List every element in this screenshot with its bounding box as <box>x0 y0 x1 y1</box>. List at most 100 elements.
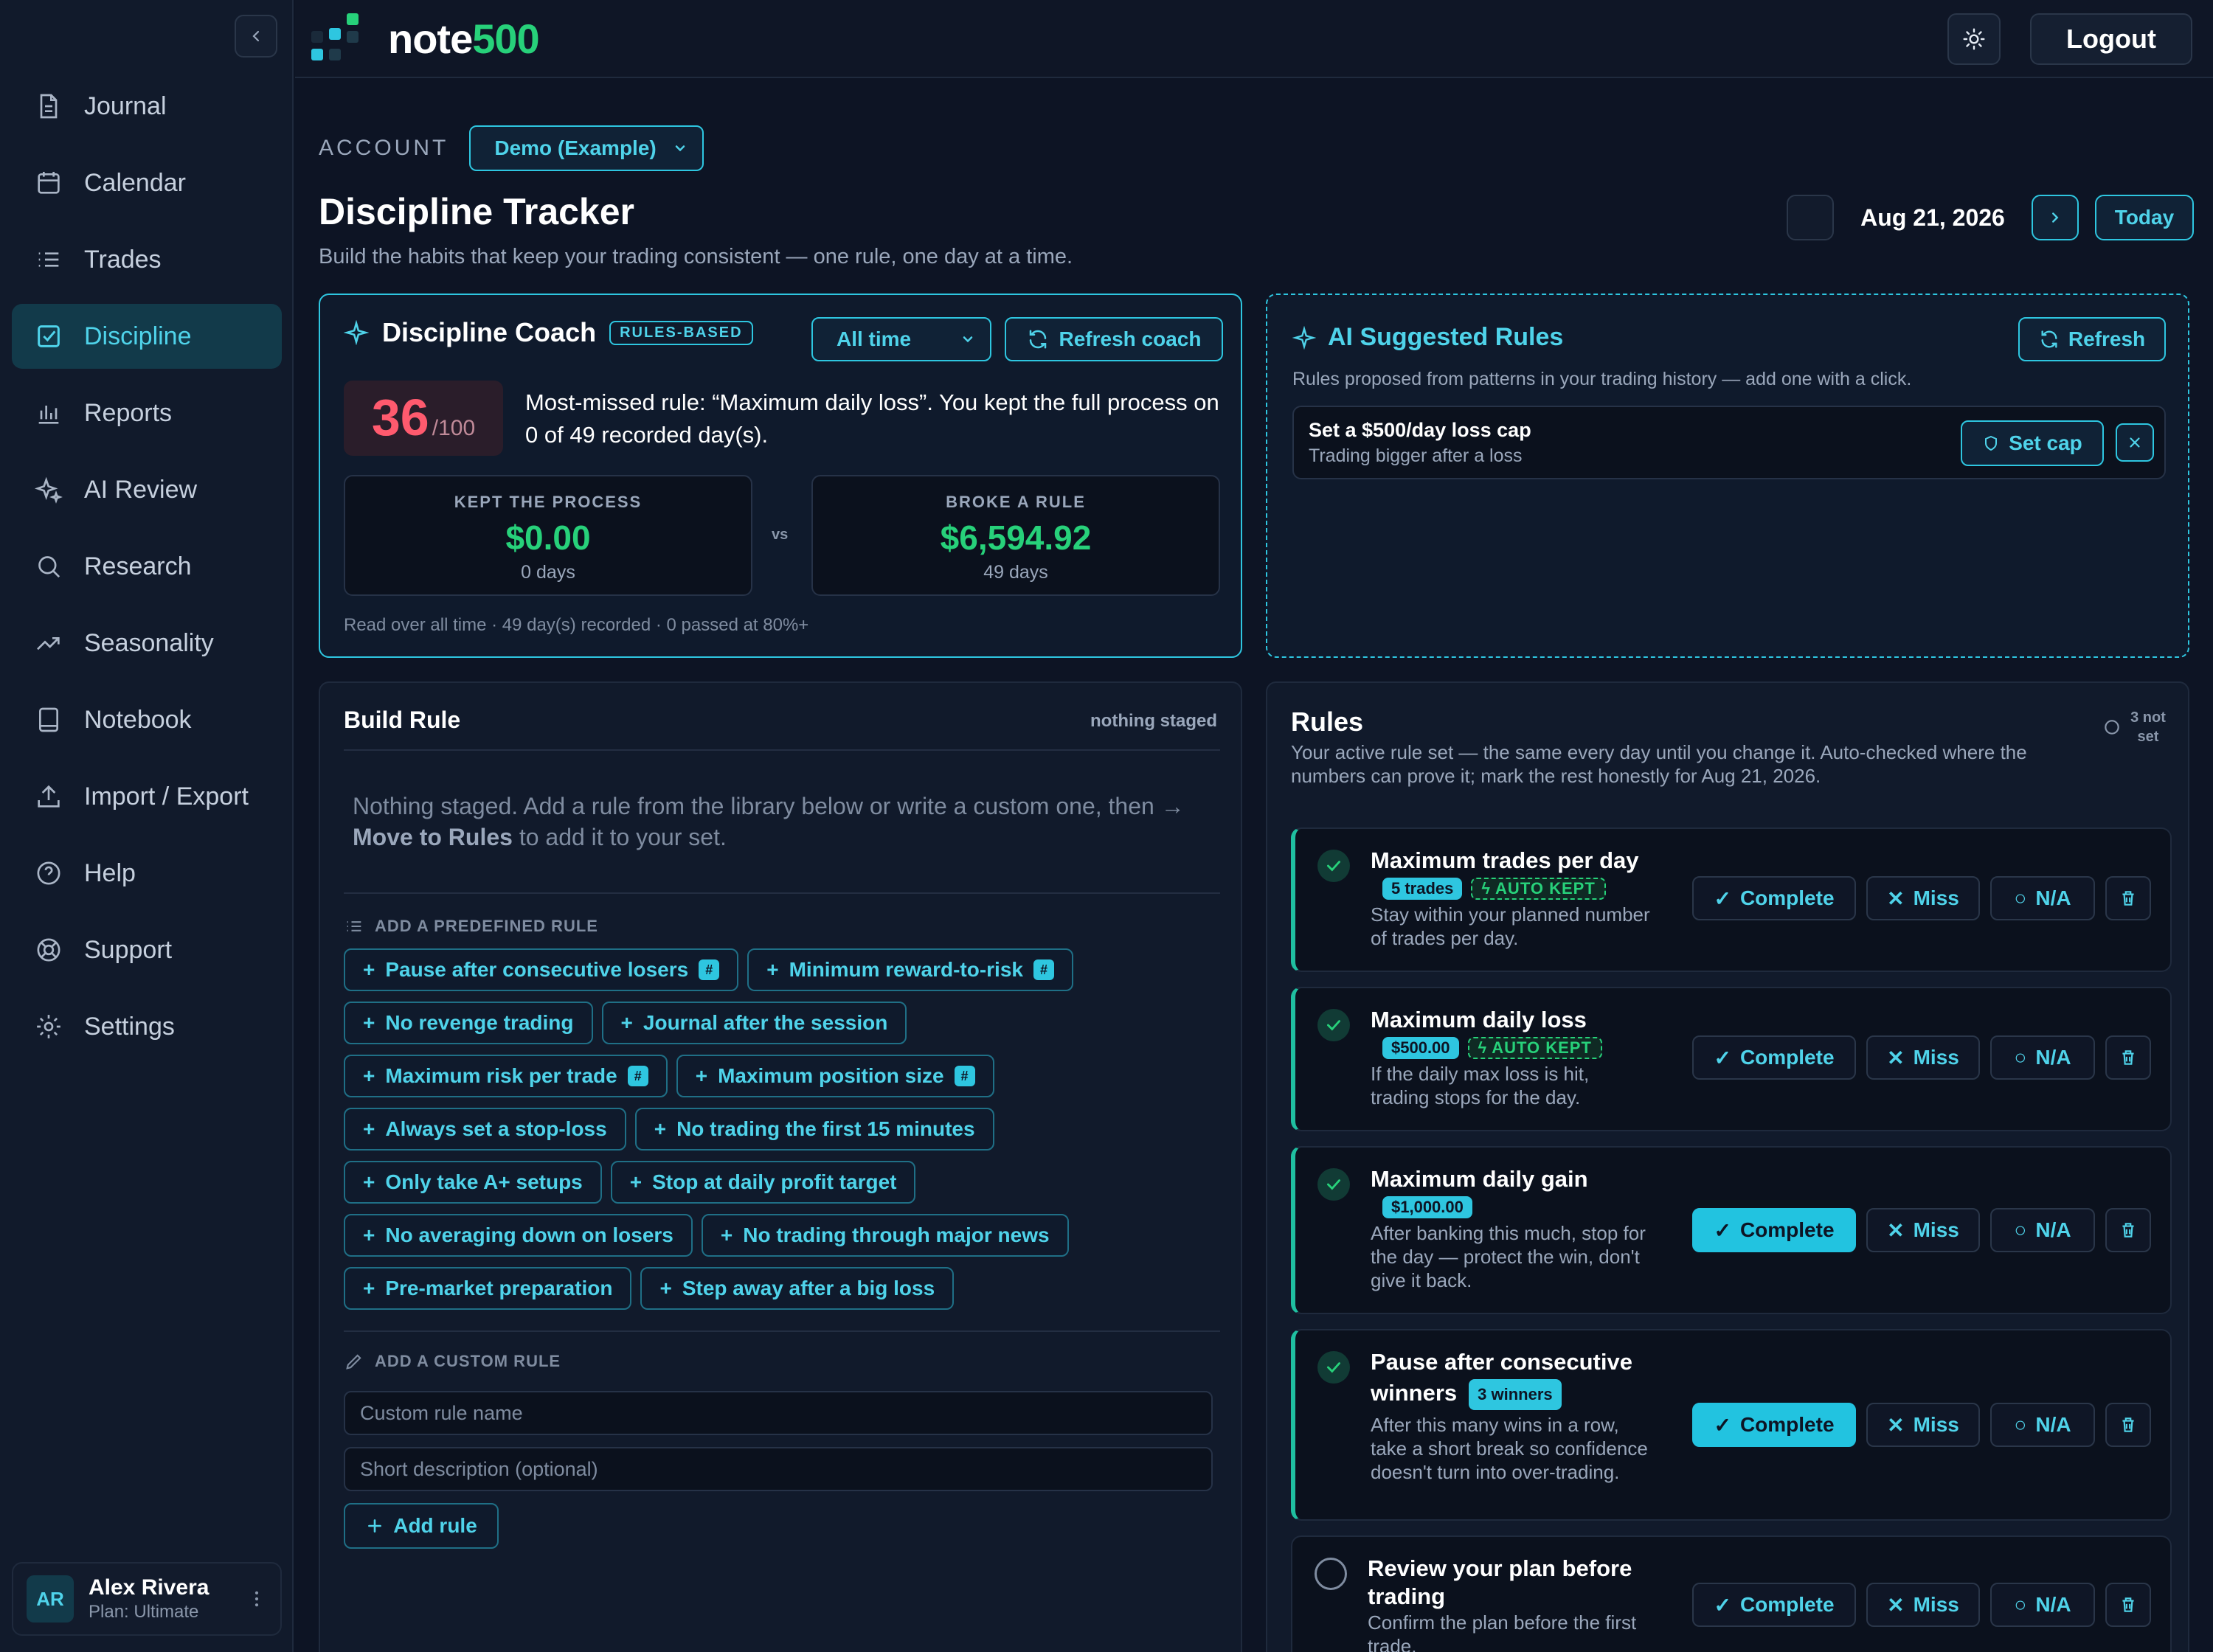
trash-icon <box>2119 1415 2138 1434</box>
dismiss-suggestion-button[interactable] <box>2116 423 2154 462</box>
sidebar-item-research[interactable]: Research <box>12 534 282 599</box>
complete-button[interactable]: ✓ Complete <box>1692 1208 1856 1252</box>
sidebar-item-reports[interactable]: Reports <box>12 381 282 445</box>
close-icon: ✕ <box>1887 1046 1905 1069</box>
complete-button[interactable]: ✓ Complete <box>1692 1035 1856 1080</box>
next-day-button[interactable] <box>2032 195 2079 240</box>
more-vertical-icon[interactable] <box>246 1589 267 1609</box>
delete-rule-button[interactable] <box>2105 1403 2151 1447</box>
suggested-rule-desc: Trading bigger after a loss <box>1309 445 1523 466</box>
theme-toggle-button[interactable] <box>1947 13 2001 65</box>
sidebar-item-help[interactable]: Help <box>12 841 282 906</box>
rule-review-plan-before-trading: Review your plan before trading Confirm … <box>1291 1535 2172 1652</box>
sidebar-item-journal[interactable]: Journal <box>12 74 282 139</box>
help-icon <box>34 858 63 888</box>
miss-button[interactable]: ✕ Miss <box>1866 1403 1980 1447</box>
sidebar-collapse-button[interactable] <box>235 15 277 58</box>
delete-rule-button[interactable] <box>2105 876 2151 920</box>
add-rule-button[interactable]: Add rule <box>344 1503 499 1549</box>
plus-icon: + <box>629 1170 643 1193</box>
stat-value: $6,594.92 <box>940 518 1092 557</box>
sidebar-item-support[interactable]: Support <box>12 917 282 982</box>
coach-title: Discipline Coach <box>382 317 597 347</box>
today-button[interactable]: Today <box>2095 195 2194 240</box>
na-button[interactable]: ○ N/A <box>1990 1583 2095 1627</box>
chip-no-revenge-trading[interactable]: + No revenge trading <box>344 1002 593 1044</box>
sidebar-item-notebook[interactable]: Notebook <box>12 687 282 752</box>
miss-button[interactable]: ✕ Miss <box>1866 1035 1980 1080</box>
sidebar-item-label: AI Review <box>84 475 198 504</box>
previous-day-button[interactable] <box>1787 195 1834 240</box>
na-button[interactable]: ○ N/A <box>1990 1208 2095 1252</box>
sidebar-item-trades[interactable]: Trades <box>12 227 282 292</box>
sidebar-item-calendar[interactable]: Calendar <box>12 150 282 215</box>
miss-button[interactable]: ✕ Miss <box>1866 876 1980 920</box>
discipline-coach-card: Discipline Coach RULES-BASED All time Re… <box>319 294 1242 658</box>
chip-no-averaging-down[interactable]: + No averaging down on losers <box>344 1214 693 1257</box>
miss-button[interactable]: ✕ Miss <box>1866 1208 1980 1252</box>
custom-rule-name-input[interactable] <box>344 1391 1213 1435</box>
divider <box>344 1330 1220 1332</box>
coach-range-select[interactable]: All time <box>811 317 991 361</box>
chip-label: Maximum position size <box>718 1064 944 1087</box>
check-circle-icon <box>1317 1168 1350 1201</box>
delete-rule-button[interactable] <box>2105 1583 2151 1627</box>
sidebar-item-label: Trades <box>84 245 162 274</box>
sidebar-item-label: Help <box>84 858 136 887</box>
chip-stop-at-daily-profit-target[interactable]: + Stop at daily profit target <box>610 1161 916 1204</box>
chevron-down-icon <box>960 332 975 347</box>
custom-rule-description-input[interactable] <box>344 1447 1213 1491</box>
ai-subtitle: Rules proposed from patterns in your tra… <box>1292 369 1912 389</box>
rule-body: Maximum trades per day 5 trades ϟ AUTO KE… <box>1371 847 1651 950</box>
chip-only-take-a-plus-setups[interactable]: + Only take A+ setups <box>344 1161 602 1204</box>
sidebar-item-seasonality[interactable]: Seasonality <box>12 611 282 676</box>
divider <box>344 749 1220 751</box>
check-icon: ✓ <box>1714 1046 1731 1069</box>
lightning-icon: ϟ <box>1478 1038 1488 1057</box>
chip-pause-after-consecutive-losers[interactable]: + Pause after consecutive losers # <box>344 948 739 991</box>
ai-header: AI Suggested Rules <box>1292 323 1563 352</box>
account-select[interactable]: Demo (Example) <box>469 125 704 171</box>
user-card[interactable]: AR Alex Rivera Plan: Ultimate <box>12 1562 282 1636</box>
delete-rule-button[interactable] <box>2105 1035 2151 1080</box>
na-button[interactable]: ○ N/A <box>1990 1035 2095 1080</box>
rule-tags: 5 trades ϟ AUTO KEPT <box>1382 878 1606 900</box>
rules-based-badge: RULES-BASED <box>609 320 753 345</box>
shield-icon <box>1982 434 2000 452</box>
miss-button[interactable]: ✕ Miss <box>1866 1583 1980 1627</box>
sidebar-item-ai-review[interactable]: AI Review <box>12 457 282 522</box>
chip-pre-market-preparation[interactable]: + Pre-market preparation <box>344 1267 632 1310</box>
chip-maximum-risk-per-trade[interactable]: + Maximum risk per trade # <box>344 1055 668 1097</box>
sidebar-item-import-export[interactable]: Import / Export <box>12 764 282 829</box>
brand-logo[interactable]: note500 <box>308 12 540 65</box>
chip-always-set-a-stop-loss[interactable]: + Always set a stop-loss <box>344 1108 626 1150</box>
current-date: Aug 21, 2026 <box>1860 204 2005 231</box>
chip-minimum-reward-to-risk[interactable]: + Minimum reward-to-risk # <box>747 948 1073 991</box>
trash-icon <box>2119 1221 2138 1240</box>
refresh-icon <box>1027 328 1049 350</box>
refresh-coach-button[interactable]: Refresh coach <box>1005 317 1223 361</box>
lifebuoy-icon <box>34 935 63 965</box>
search-icon <box>34 552 63 581</box>
logout-button[interactable]: Logout <box>2030 13 2192 65</box>
user-plan: Plan: Ultimate <box>89 1602 199 1622</box>
trend-icon <box>34 628 63 658</box>
complete-button[interactable]: ✓ Complete <box>1692 1403 1856 1447</box>
chip-no-trading-first-15-minutes[interactable]: + No trading the first 15 minutes <box>634 1108 994 1150</box>
chip-label: Pre-market preparation <box>385 1277 613 1299</box>
na-button[interactable]: ○ N/A <box>1990 876 2095 920</box>
chip-maximum-position-size[interactable]: + Maximum position size # <box>676 1055 994 1097</box>
sidebar-item-settings[interactable]: Settings <box>12 994 282 1059</box>
numeric-rule-icon: # <box>627 1066 648 1086</box>
sidebar-item-discipline[interactable]: Discipline <box>12 304 282 369</box>
chip-no-trading-through-major-news[interactable]: + No trading through major news <box>701 1214 1069 1257</box>
sidebar-item-label: Settings <box>84 1012 175 1041</box>
delete-rule-button[interactable] <box>2105 1208 2151 1252</box>
ai-refresh-button[interactable]: Refresh <box>2018 317 2166 361</box>
chip-journal-after-the-session[interactable]: + Journal after the session <box>601 1002 907 1044</box>
set-cap-button[interactable]: Set cap <box>1961 420 2104 466</box>
complete-button[interactable]: ✓ Complete <box>1692 876 1856 920</box>
chip-step-away-after-big-loss[interactable]: + Step away after a big loss <box>640 1267 955 1310</box>
na-button[interactable]: ○ N/A <box>1990 1403 2095 1447</box>
complete-button[interactable]: ✓ Complete <box>1692 1583 1856 1627</box>
